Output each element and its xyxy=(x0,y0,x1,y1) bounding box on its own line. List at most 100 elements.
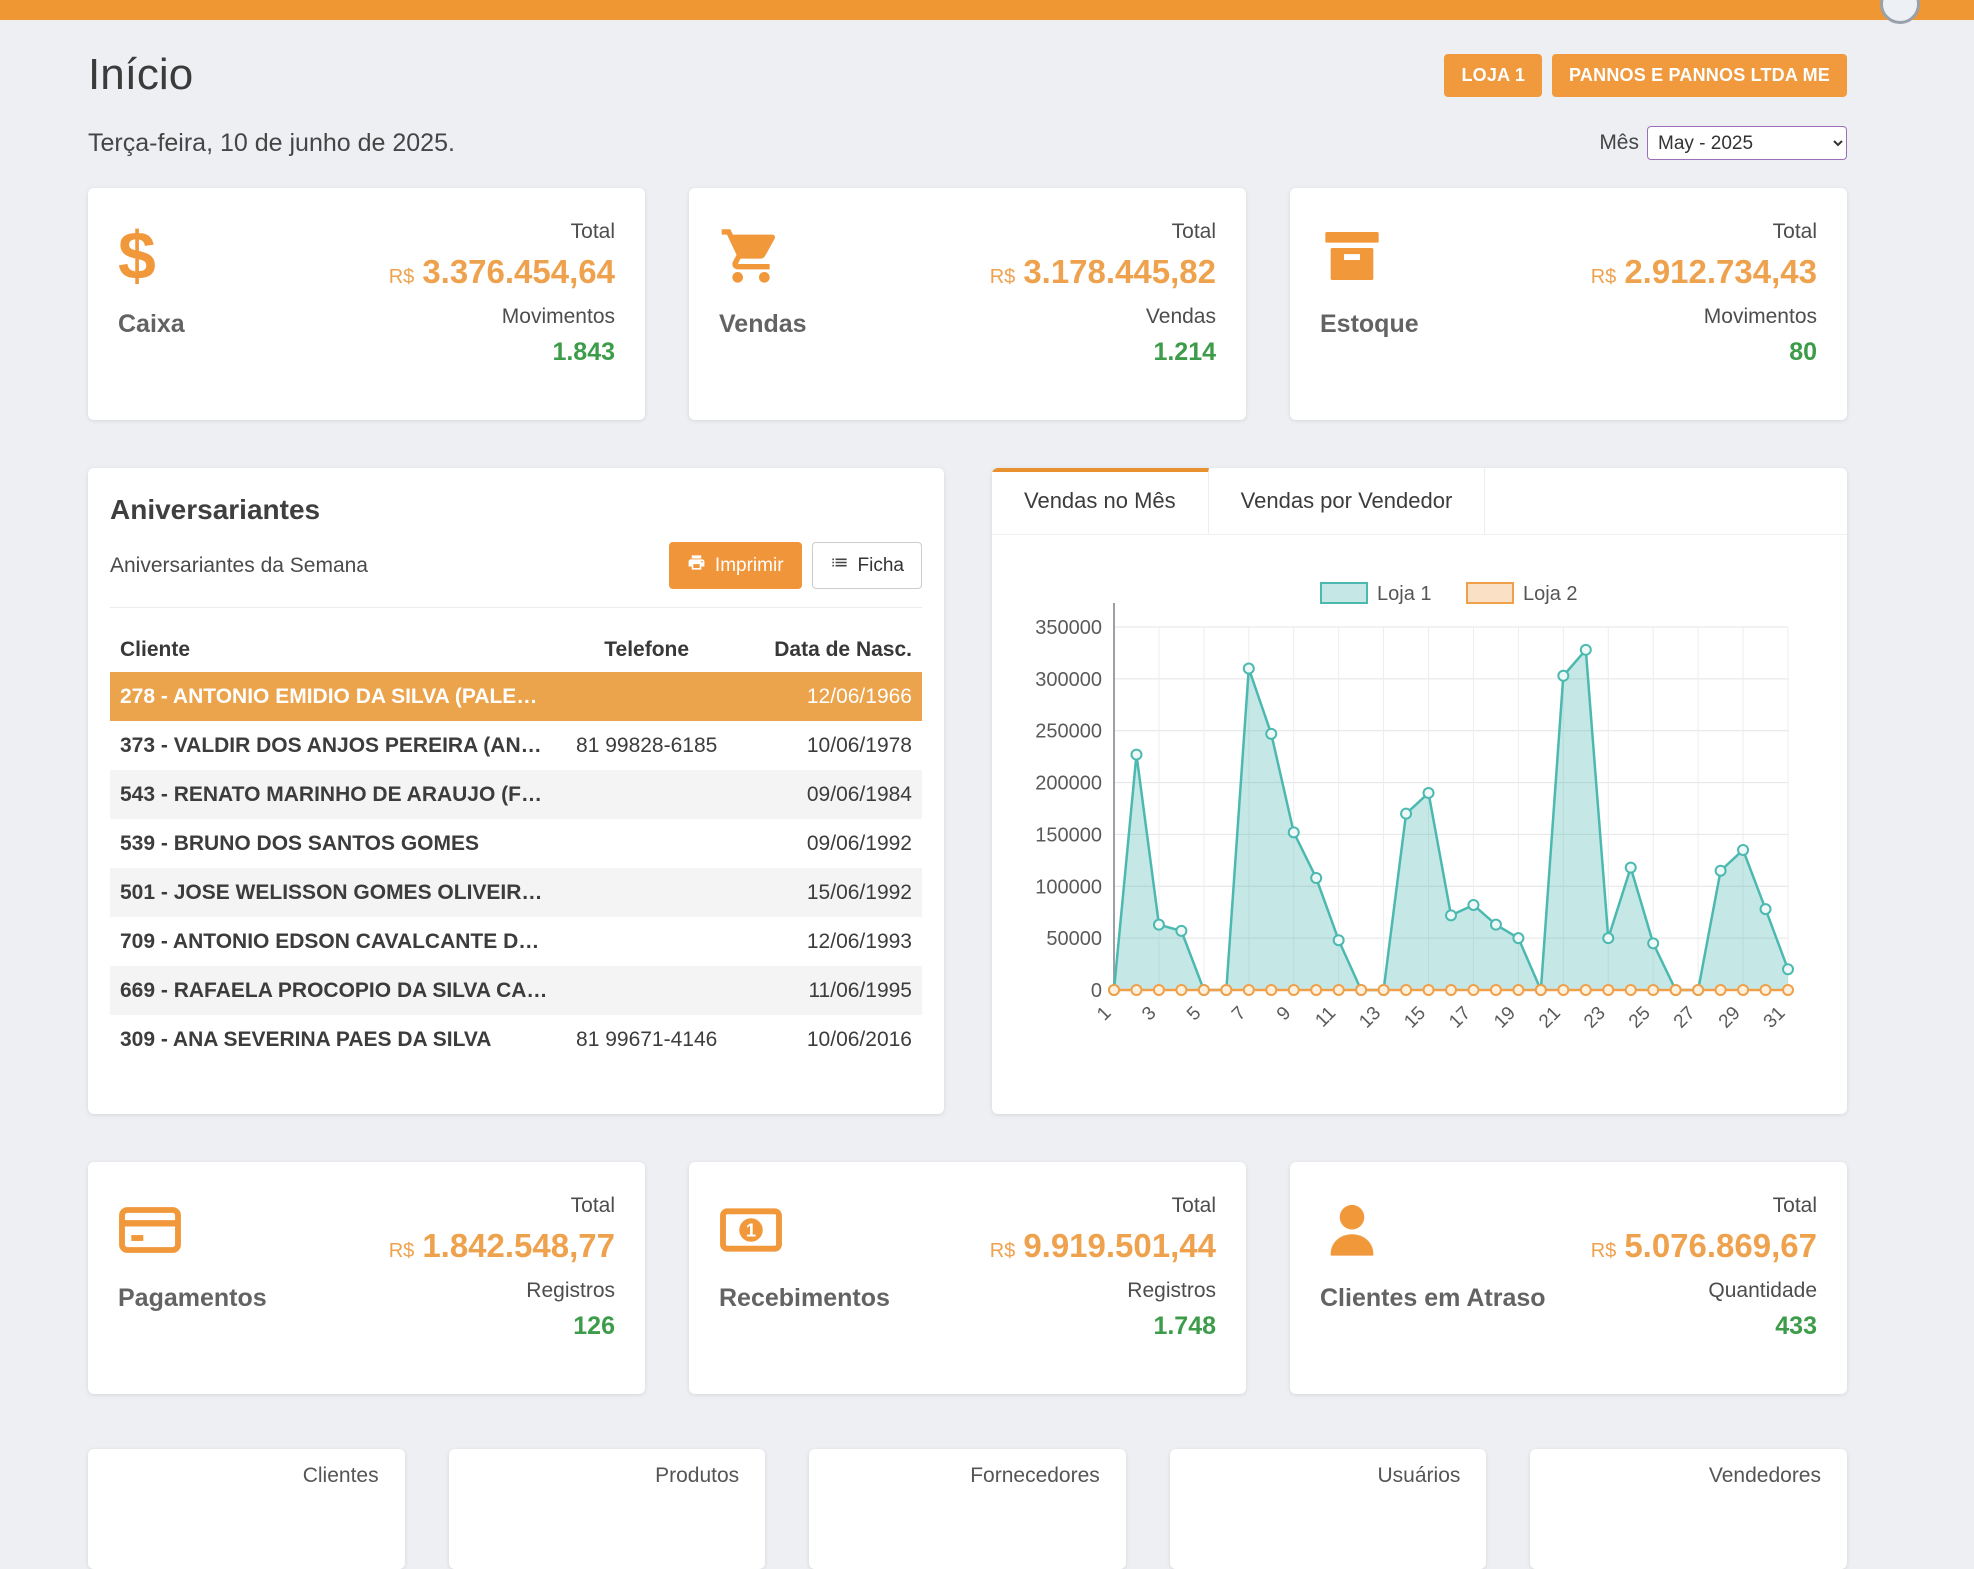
birthday-row[interactable]: 543 - RENATO MARINHO DE ARAUJO (F…09/06/… xyxy=(110,770,922,819)
vendedores-card[interactable]: Vendedores xyxy=(1530,1449,1847,1569)
phone-cell: 81 99828-6185 xyxy=(548,734,746,758)
card-label: Fornecedores xyxy=(835,1464,1100,1488)
total-label: Total xyxy=(389,1194,615,1218)
svg-text:5: 5 xyxy=(1183,1003,1205,1025)
birthday-row[interactable]: 278 - ANTONIO EMIDIO DA SILVA (PALE… 12/0… xyxy=(110,672,922,721)
pagamentos-card: Pagamentos Total R$1.842.548,77 Registro… xyxy=(88,1162,645,1394)
birthdate-cell: 10/06/2016 xyxy=(746,1028,912,1052)
total-amount: R$9.919.501,44 xyxy=(990,1227,1216,1270)
phone-cell: 81 99671-4146 xyxy=(548,1028,746,1052)
stat-title: Estoque xyxy=(1320,310,1419,339)
cart-icon xyxy=(719,220,807,292)
column-cliente: Cliente xyxy=(120,638,548,662)
card-label: Vendedores xyxy=(1556,1464,1821,1488)
total-amount: R$3.178.445,82 xyxy=(990,253,1216,296)
svg-text:50000: 50000 xyxy=(1046,928,1102,950)
credit-card-icon xyxy=(118,1194,267,1266)
middle-row: Aniversariantes Aniversariantes da Seman… xyxy=(88,468,1847,1114)
print-button[interactable]: Imprimir xyxy=(669,542,802,589)
count-label: Quantidade xyxy=(1591,1279,1817,1303)
caixa-card: $ Caixa Total R$3.376.454,64 Movimentos … xyxy=(88,188,645,420)
client-cell: 373 - VALDIR DOS ANJOS PEREIRA (AN… xyxy=(120,734,548,758)
vendas-card: Vendas Total R$3.178.445,82 Vendas 1.214 xyxy=(689,188,1246,420)
birthday-row[interactable]: 539 - BRUNO DOS SANTOS GOMES09/06/1992 xyxy=(110,819,922,868)
month-label: Mês xyxy=(1599,131,1639,155)
ficha-button[interactable]: Ficha xyxy=(812,542,922,589)
svg-text:Loja 2: Loja 2 xyxy=(1523,583,1578,605)
stat-title: Pagamentos xyxy=(118,1284,267,1313)
client-cell: 309 - ANA SEVERINA PAES DA SILVA xyxy=(120,1028,548,1052)
date-row: Terça-feira, 10 de junho de 2025. Mês Ma… xyxy=(88,126,1847,160)
count-label: Registros xyxy=(389,1279,615,1303)
svg-text:250000: 250000 xyxy=(1035,721,1102,743)
bottom-stats-row: Pagamentos Total R$1.842.548,77 Registro… xyxy=(88,1162,1847,1394)
print-button-label: Imprimir xyxy=(715,555,784,577)
sales-panel: Vendas no Mês Vendas por Vendedor 050000… xyxy=(992,468,1847,1114)
svg-text:350000: 350000 xyxy=(1035,617,1102,639)
client-cell: 543 - RENATO MARINHO DE ARAUJO (F… xyxy=(120,783,548,807)
dashboard-page: Início LOJA 1 PANNOS E PANNOS LTDA ME Te… xyxy=(88,50,1847,1569)
usuarios-card[interactable]: Usuários xyxy=(1170,1449,1487,1569)
svg-text:15: 15 xyxy=(1400,1003,1430,1033)
svg-text:31: 31 xyxy=(1760,1003,1790,1033)
birthdate-cell: 10/06/1978 xyxy=(746,734,912,758)
svg-text:29: 29 xyxy=(1715,1003,1745,1033)
stat-title: Clientes em Atraso xyxy=(1320,1284,1546,1313)
birthday-row[interactable]: 309 - ANA SEVERINA PAES DA SILVA81 99671… xyxy=(110,1015,922,1064)
total-label: Total xyxy=(1591,220,1817,244)
count-value: 80 xyxy=(1591,338,1817,367)
count-label: Movimentos xyxy=(389,305,615,329)
birthdays-table: Cliente Telefone Data de Nasc. 278 - ANT… xyxy=(110,628,922,1064)
birthdays-title: Aniversariantes xyxy=(110,494,922,526)
stat-title: Recebimentos xyxy=(719,1284,890,1313)
tab-vendas-por-vendedor[interactable]: Vendas por Vendedor xyxy=(1209,468,1486,534)
birthdays-panel: Aniversariantes Aniversariantes da Seman… xyxy=(88,468,944,1114)
company-button[interactable]: PANNOS E PANNOS LTDA ME xyxy=(1552,54,1847,97)
month-select[interactable]: May - 2025 xyxy=(1647,126,1847,160)
client-cell: 539 - BRUNO DOS SANTOS GOMES xyxy=(120,832,548,856)
client-cell: 709 - ANTONIO EDSON CAVALCANTE D… xyxy=(120,930,548,954)
tab-vendas-no-mes[interactable]: Vendas no Mês xyxy=(992,468,1209,534)
fornecedores-card[interactable]: Fornecedores xyxy=(809,1449,1126,1569)
count-value: 1.214 xyxy=(990,338,1216,367)
client-cell: 669 - RAFAELA PROCOPIO DA SILVA CA… xyxy=(120,979,548,1003)
svg-text:3: 3 xyxy=(1138,1003,1160,1025)
dollar-icon: $ xyxy=(118,220,185,292)
birthday-row[interactable]: 709 - ANTONIO EDSON CAVALCANTE D…12/06/1… xyxy=(110,917,922,966)
card-label: Usuários xyxy=(1196,1464,1461,1488)
total-amount: R$2.912.734,43 xyxy=(1591,253,1817,296)
table-header: Cliente Telefone Data de Nasc. xyxy=(110,628,922,672)
column-telefone: Telefone xyxy=(548,638,746,662)
count-label: Movimentos xyxy=(1591,305,1817,329)
table-body: 278 - ANTONIO EMIDIO DA SILVA (PALE… 12/0… xyxy=(110,672,922,1064)
top-stats-row: $ Caixa Total R$3.376.454,64 Movimentos … xyxy=(88,188,1847,420)
svg-text:100000: 100000 xyxy=(1035,876,1102,898)
clientes-card[interactable]: Clientes xyxy=(88,1449,405,1569)
count-label: Registros xyxy=(990,1279,1216,1303)
count-value: 433 xyxy=(1591,1312,1817,1341)
birthdate-cell: 12/06/1966 xyxy=(746,685,912,709)
user-avatar-icon[interactable] xyxy=(1880,0,1920,24)
chart-tabs: Vendas no Mês Vendas por Vendedor xyxy=(992,468,1847,535)
box-icon xyxy=(1320,220,1419,292)
birthday-row[interactable]: 501 - JOSE WELISSON GOMES OLIVEIR…15/06/… xyxy=(110,868,922,917)
page-title: Início xyxy=(88,50,193,100)
birthday-row[interactable]: 373 - VALDIR DOS ANJOS PEREIRA (AN…81 99… xyxy=(110,721,922,770)
store-button[interactable]: LOJA 1 xyxy=(1444,54,1542,97)
birthday-row[interactable]: 669 - RAFAELA PROCOPIO DA SILVA CA…11/06… xyxy=(110,966,922,1015)
summary-cards-row: Clientes Produtos Fornecedores Usuários … xyxy=(88,1449,1847,1569)
top-bar xyxy=(0,0,1974,20)
card-label: Clientes xyxy=(114,1464,379,1488)
current-date: Terça-feira, 10 de junho de 2025. xyxy=(88,129,455,158)
list-icon xyxy=(830,553,849,578)
svg-text:300000: 300000 xyxy=(1035,669,1102,691)
svg-text:27: 27 xyxy=(1670,1003,1700,1033)
stat-title: Caixa xyxy=(118,310,185,339)
client-cell: 278 - ANTONIO EMIDIO DA SILVA (PALE… xyxy=(120,685,548,709)
recebimentos-card: 1 Recebimentos Total R$9.919.501,44 Regi… xyxy=(689,1162,1246,1394)
total-amount: R$3.376.454,64 xyxy=(389,253,615,296)
banknote-icon: 1 xyxy=(719,1194,890,1266)
produtos-card[interactable]: Produtos xyxy=(449,1449,766,1569)
estoque-card: Estoque Total R$2.912.734,43 Movimentos … xyxy=(1290,188,1847,420)
person-icon xyxy=(1320,1194,1546,1266)
